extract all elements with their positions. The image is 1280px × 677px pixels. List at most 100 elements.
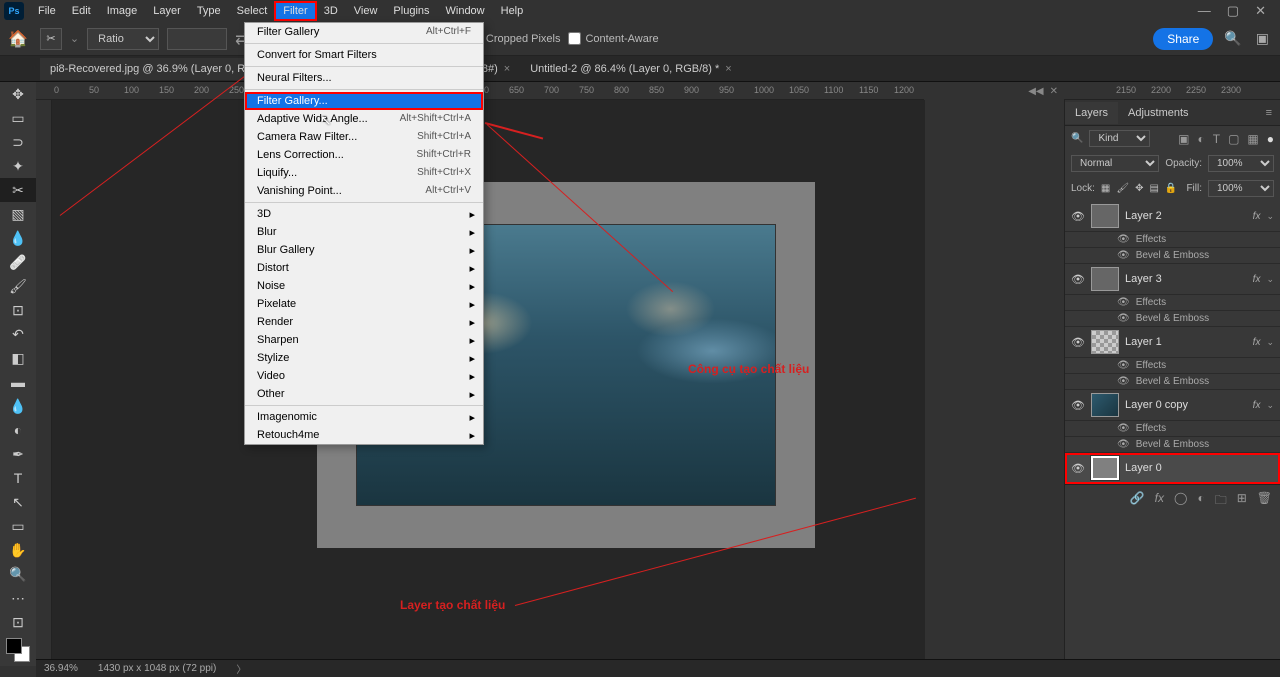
layer-row[interactable]: 👁Layer 2fx⌄ xyxy=(1065,201,1280,232)
visibility-icon[interactable]: 👁 xyxy=(1071,399,1085,412)
brush-tool[interactable]: 🖌 xyxy=(0,274,36,298)
visibility-icon[interactable]: 👁 xyxy=(1071,210,1085,223)
filter-shape-icon[interactable]: ▢ xyxy=(1228,132,1239,146)
document-tab[interactable]: Untitled-2 @ 86.4% (Layer 0, RGB/8) *× xyxy=(520,58,742,80)
layer-effect-item[interactable]: 👁Effects xyxy=(1065,421,1280,437)
filter-item-render[interactable]: Render xyxy=(245,313,483,331)
filter-item-distort[interactable]: Distort xyxy=(245,259,483,277)
filter-item-convert-for-smart-filters[interactable]: Convert for Smart Filters xyxy=(245,46,483,64)
menu-image[interactable]: Image xyxy=(99,2,146,20)
filter-smart-icon[interactable]: ▦ xyxy=(1247,132,1258,146)
maximize-icon[interactable]: ▢ xyxy=(1227,3,1239,19)
lock-all-icon[interactable]: 🔒 xyxy=(1165,183,1177,194)
layer-row[interactable]: 👁Layer 0 xyxy=(1065,453,1280,484)
marquee-tool[interactable]: ▭ xyxy=(0,106,36,130)
blur-tool[interactable]: 💧 xyxy=(0,394,36,418)
filter-item-camera-raw-filter-[interactable]: Camera Raw Filter...Shift+Ctrl+A xyxy=(245,128,483,146)
layer-effect-item[interactable]: 👁Bevel & Emboss xyxy=(1065,311,1280,327)
menu-plugins[interactable]: Plugins xyxy=(385,2,437,20)
gradient-tool[interactable]: ▬ xyxy=(0,370,36,394)
adjustment-icon[interactable]: ◐ xyxy=(1197,491,1204,512)
menu-type[interactable]: Type xyxy=(189,2,229,20)
menu-3d[interactable]: 3D xyxy=(316,2,346,20)
eraser-tool[interactable]: ◧ xyxy=(0,346,36,370)
layer-effect-item[interactable]: 👁Effects xyxy=(1065,232,1280,248)
delete-layer-icon[interactable]: 🗑 xyxy=(1257,491,1272,512)
filter-pixel-icon[interactable]: ▣ xyxy=(1178,132,1189,146)
history-brush-tool[interactable]: ↶ xyxy=(0,322,36,346)
move-tool[interactable]: ✥ xyxy=(0,82,36,106)
share-button[interactable]: Share xyxy=(1153,28,1213,50)
filter-item-lens-correction-[interactable]: Lens Correction...Shift+Ctrl+R xyxy=(245,146,483,164)
layer-effect-item[interactable]: 👁Effects xyxy=(1065,295,1280,311)
pen-tool[interactable]: ✒ xyxy=(0,442,36,466)
filter-item-3d[interactable]: 3D xyxy=(245,205,483,223)
filter-item-adaptive-wide-angle-[interactable]: Adaptive Wide Angle...Alt+Shift+Ctrl+A xyxy=(245,110,483,128)
layer-effect-item[interactable]: 👁Bevel & Emboss xyxy=(1065,437,1280,453)
layers-tab[interactable]: Layers xyxy=(1065,102,1118,124)
healing-tool[interactable]: 🩹 xyxy=(0,250,36,274)
document-tab[interactable]: pi8-Recovered.jpg @ 36.9% (Layer 0, RG xyxy=(40,58,264,80)
content-aware-checkbox[interactable]: Content-Aware xyxy=(568,32,658,45)
filter-item-liquify-[interactable]: Liquify...Shift+Ctrl+X xyxy=(245,164,483,182)
frame-tool[interactable]: ▧ xyxy=(0,202,36,226)
filter-item-pixelate[interactable]: Pixelate xyxy=(245,295,483,313)
dodge-tool[interactable]: ◐ xyxy=(0,418,36,442)
visibility-icon[interactable]: 👁 xyxy=(1071,273,1085,286)
filter-item-blur[interactable]: Blur xyxy=(245,223,483,241)
color-swatches[interactable] xyxy=(6,638,30,662)
filter-item-stylize[interactable]: Stylize xyxy=(245,349,483,367)
fill-input[interactable]: 100% xyxy=(1208,180,1274,197)
new-layer-icon[interactable]: ⊞ xyxy=(1237,491,1247,512)
menu-help[interactable]: Help xyxy=(493,2,532,20)
visibility-icon[interactable]: 👁 xyxy=(1071,462,1085,475)
lock-paint-icon[interactable]: 🖌 xyxy=(1116,183,1129,194)
menu-view[interactable]: View xyxy=(346,2,386,20)
filter-item-neural-filters-[interactable]: Neural Filters... xyxy=(245,69,483,87)
more-tools[interactable]: ⋯ xyxy=(0,586,36,610)
lock-nest-icon[interactable]: ▤ xyxy=(1149,183,1158,194)
layer-row[interactable]: 👁Layer 3fx⌄ xyxy=(1065,264,1280,295)
edit-toolbar[interactable]: ⊡ xyxy=(0,610,36,634)
filter-item-noise[interactable]: Noise xyxy=(245,277,483,295)
path-tool[interactable]: ↖ xyxy=(0,490,36,514)
menu-window[interactable]: Window xyxy=(438,2,493,20)
layer-effect-item[interactable]: 👁Effects xyxy=(1065,358,1280,374)
menu-filter[interactable]: Filter xyxy=(275,2,315,20)
workspace-icon[interactable]: ▣ xyxy=(1253,27,1272,50)
filter-item-vanishing-point-[interactable]: Vanishing Point...Alt+Ctrl+V xyxy=(245,182,483,200)
crop-tool-preset-icon[interactable]: ✂ xyxy=(40,28,62,50)
fx-icon[interactable]: fx xyxy=(1155,491,1164,512)
filter-item-retouch4me[interactable]: Retouch4me xyxy=(245,426,483,444)
menu-file[interactable]: File xyxy=(30,2,64,20)
link-layers-icon[interactable]: 🔗 xyxy=(1130,491,1145,512)
adjustments-tab[interactable]: Adjustments xyxy=(1118,102,1199,124)
filter-item-filter-gallery-[interactable]: Filter Gallery... xyxy=(245,92,483,110)
layer-effect-item[interactable]: 👁Bevel & Emboss xyxy=(1065,374,1280,390)
group-icon[interactable]: 🗀 xyxy=(1215,491,1227,512)
layer-filter-select[interactable]: Kind xyxy=(1089,130,1150,147)
lock-pos-icon[interactable]: ✥ xyxy=(1135,183,1143,194)
wand-tool[interactable]: ✦ xyxy=(0,154,36,178)
home-icon[interactable]: 🏠 xyxy=(8,29,28,49)
close-icon[interactable]: ✕ xyxy=(1255,3,1266,19)
zoom-percent[interactable]: 36.94% xyxy=(44,663,78,674)
panel-menu-icon[interactable]: ≡ xyxy=(1266,107,1280,119)
opacity-input[interactable]: 100% xyxy=(1208,155,1274,172)
eyedropper-tool[interactable]: 💧 xyxy=(0,226,36,250)
width-input[interactable] xyxy=(167,28,227,50)
filter-type-icon[interactable]: T xyxy=(1213,132,1220,146)
canvas[interactable] xyxy=(52,100,925,659)
filter-item-imagenomic[interactable]: Imagenomic xyxy=(245,408,483,426)
filter-item-filter-gallery[interactable]: Filter GalleryAlt+Ctrl+F xyxy=(245,23,483,41)
menu-select[interactable]: Select xyxy=(229,2,276,20)
filter-adj-icon[interactable]: ◐ xyxy=(1197,132,1204,146)
type-tool[interactable]: T xyxy=(0,466,36,490)
ratio-select[interactable]: Ratio xyxy=(87,28,159,50)
crop-tool[interactable]: ✂ xyxy=(0,178,36,202)
stamp-tool[interactable]: ⊡ xyxy=(0,298,36,322)
collapsed-panels[interactable]: ◀◀✕ xyxy=(924,82,1064,100)
visibility-icon[interactable]: 👁 xyxy=(1071,336,1085,349)
lasso-tool[interactable]: ⊃ xyxy=(0,130,36,154)
menu-edit[interactable]: Edit xyxy=(64,2,99,20)
